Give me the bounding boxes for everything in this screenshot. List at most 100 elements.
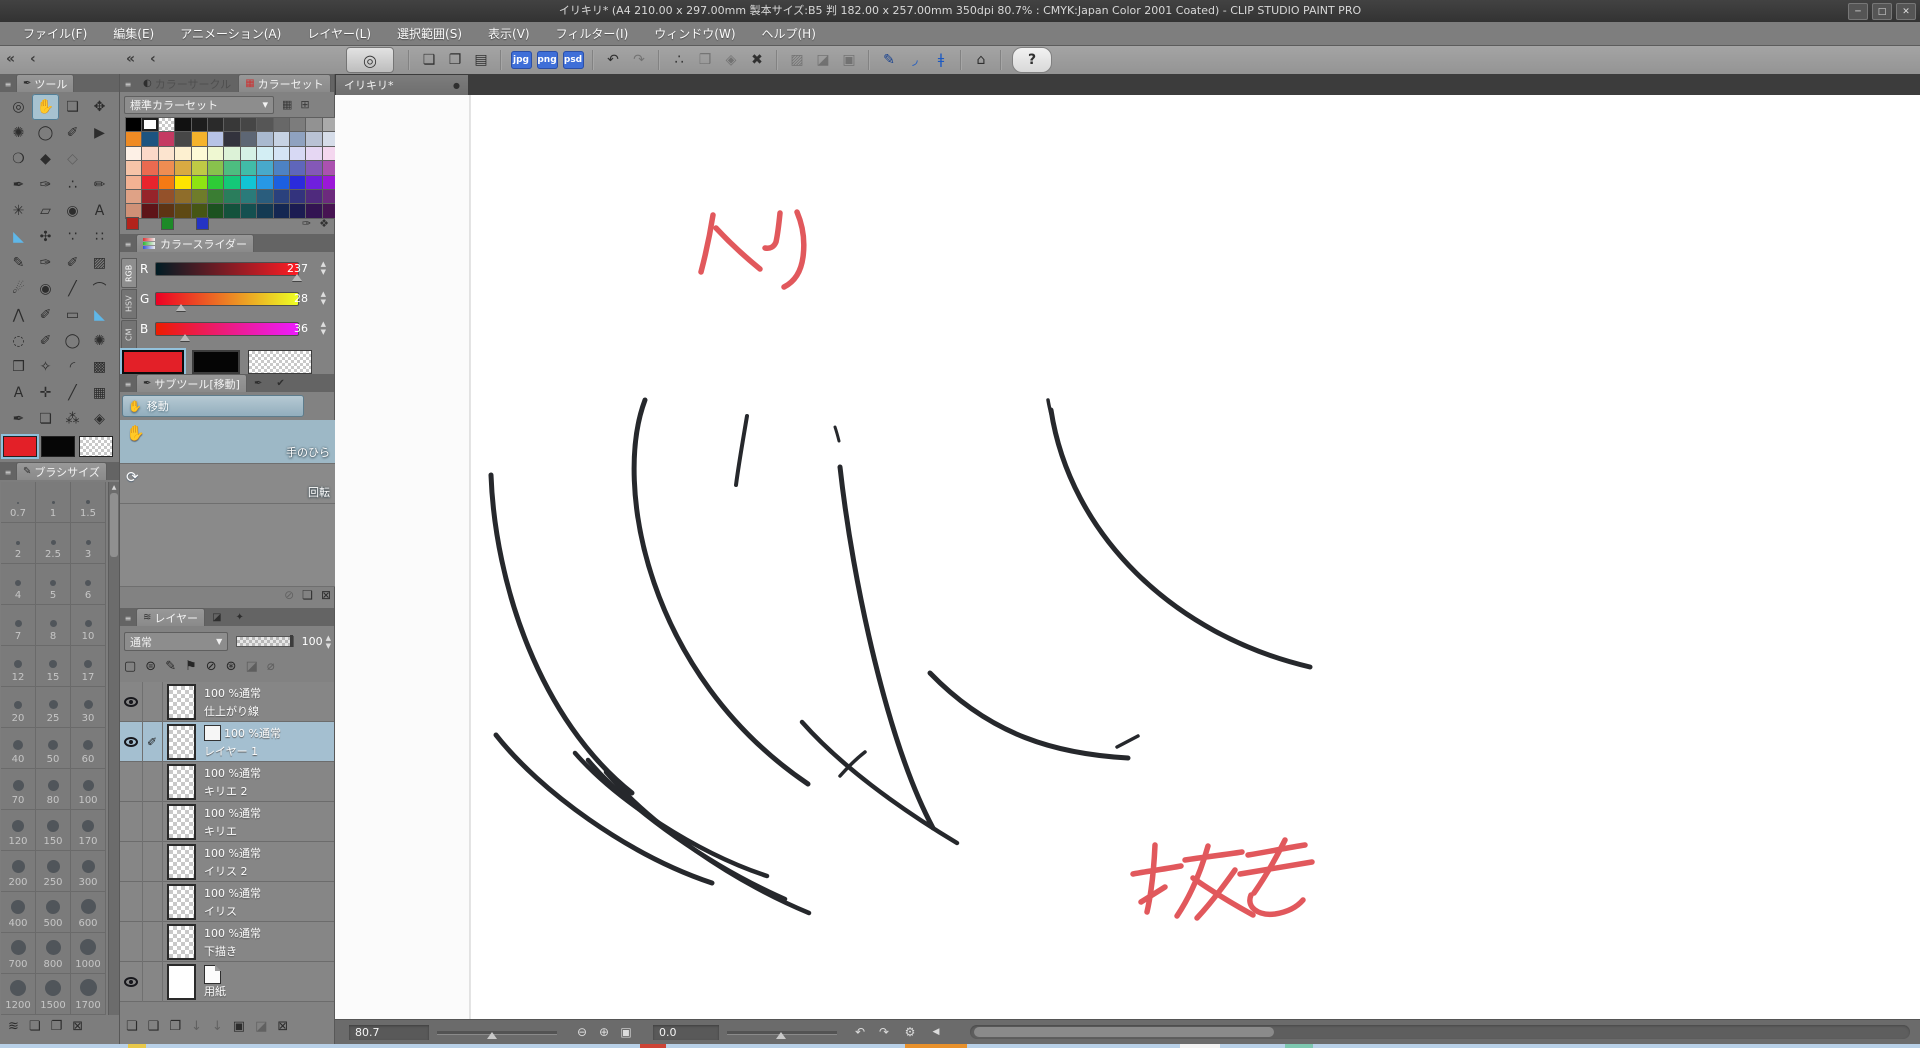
color-swatch[interactable] xyxy=(158,175,175,189)
subtool-extra-tab-2[interactable]: ✔ xyxy=(269,374,291,392)
tool-stack-icon[interactable]: ≋ xyxy=(8,1019,19,1034)
color-swatch[interactable] xyxy=(126,132,142,146)
tool-operation[interactable]: ▶ xyxy=(86,120,113,146)
layer-search-tab[interactable]: ✦ xyxy=(229,608,251,626)
brush-size-cell[interactable]: 12 xyxy=(1,646,36,687)
document-tab[interactable]: イリキリ* ● xyxy=(336,75,468,95)
brush-size-cell[interactable]: 80 xyxy=(36,769,71,810)
color-swatch[interactable] xyxy=(142,132,158,146)
new-raster-layer-button[interactable]: ❏ xyxy=(126,1019,138,1034)
brush-size-cell[interactable]: 10 xyxy=(71,605,106,646)
menu-item[interactable]: アニメーション(A) xyxy=(167,25,294,42)
color-swatch[interactable] xyxy=(126,161,142,175)
zoom-in-button[interactable]: ⊕ xyxy=(595,1024,613,1040)
free-transform-button[interactable]: ✖ xyxy=(744,48,770,72)
tool-green-brush[interactable]: ✐ xyxy=(59,250,86,276)
layer-thumbnail[interactable] xyxy=(167,724,196,760)
color-swatch[interactable] xyxy=(257,175,273,189)
quick-color-blue[interactable] xyxy=(196,217,209,230)
sub-color-swatch[interactable] xyxy=(41,436,75,457)
color-swatch[interactable] xyxy=(257,161,273,175)
undo-button[interactable]: ↶ xyxy=(600,48,626,72)
tool-mesh[interactable]: ⁂ xyxy=(59,406,86,432)
color-swatch[interactable] xyxy=(207,146,224,161)
new-canvas-button[interactable]: ❏ xyxy=(416,48,442,72)
brush-size-cell[interactable]: 15 xyxy=(36,646,71,687)
panel-menu-icon[interactable]: ≡ xyxy=(0,77,16,92)
transparent-color-swatch[interactable] xyxy=(248,350,312,374)
tool-line-2[interactable]: ╱ xyxy=(59,380,86,406)
snap-to-ruler-button[interactable]: ∴ xyxy=(666,48,692,72)
color-swatch[interactable] xyxy=(306,175,322,189)
brush-size-cell[interactable]: 5 xyxy=(36,564,71,605)
export-png-button[interactable]: png xyxy=(534,48,560,72)
color-swatch[interactable] xyxy=(207,132,224,146)
tab-color-slider[interactable]: カラースライダー xyxy=(136,234,255,252)
color-swatch[interactable] xyxy=(191,146,207,161)
maximize-button[interactable]: □ xyxy=(1872,3,1892,20)
panel-menu-icon[interactable]: ≡ xyxy=(120,377,136,392)
tool-magic-wand[interactable]: ✺ xyxy=(5,120,32,146)
opacity-handle[interactable] xyxy=(289,635,293,647)
open-canvas-button[interactable]: ❐ xyxy=(442,48,468,72)
color-swatch[interactable] xyxy=(240,146,257,161)
selection-fill-button[interactable]: ▣ xyxy=(836,48,862,72)
edit-colorset-button[interactable]: ▦ xyxy=(282,98,292,111)
clip-to-layer-below-button[interactable]: ⊜ xyxy=(145,659,156,674)
brush-size-cell[interactable]: 30 xyxy=(71,687,106,728)
tool-water-blend[interactable]: ◉ xyxy=(32,276,59,302)
selection-area-button[interactable]: ▨ xyxy=(784,48,810,72)
menu-item[interactable]: フィルター(I) xyxy=(543,25,642,42)
color-swatch[interactable] xyxy=(207,189,224,204)
color-swatch[interactable] xyxy=(289,118,306,132)
layer-color-button[interactable]: ▢ xyxy=(124,659,136,674)
layer-row[interactable]: ✐ 用紙 xyxy=(120,962,334,1002)
color-swatch[interactable] xyxy=(224,118,240,132)
tab-color-circle[interactable]: ◐ カラーサークル xyxy=(136,74,238,92)
tool-gradient-2[interactable]: ▩ xyxy=(86,354,113,380)
color-swatch[interactable] xyxy=(224,146,240,161)
brush-size-cell[interactable]: 40 xyxy=(1,728,36,769)
color-swatch[interactable] xyxy=(158,189,175,204)
tool-text-2[interactable]: A xyxy=(5,380,32,406)
tool-pink-brush[interactable]: ✐ xyxy=(32,328,59,354)
tab-color-set[interactable]: ▦ カラーセット xyxy=(238,74,331,92)
color-swatch[interactable] xyxy=(126,118,142,132)
fit-to-screen-button[interactable]: ▣ xyxy=(617,1024,635,1040)
color-swatch[interactable] xyxy=(257,132,273,146)
slider-track[interactable] xyxy=(155,262,299,276)
color-swatch[interactable] xyxy=(240,189,257,204)
brush-size-cell[interactable]: 600 xyxy=(71,892,106,933)
scroll-left-button[interactable]: ◀ xyxy=(927,1024,945,1040)
menu-item[interactable]: 選択範囲(S) xyxy=(384,25,475,42)
brush-size-cell[interactable]: 50 xyxy=(36,728,71,769)
menu-item[interactable]: 表示(V) xyxy=(475,25,543,42)
layer-thumbnail[interactable] xyxy=(167,884,196,920)
transparent-color-swatch[interactable] xyxy=(79,436,113,457)
color-set-preset-dropdown[interactable]: 標準カラーセット ▾ xyxy=(124,95,274,114)
panel-menu-icon[interactable]: ≡ xyxy=(120,237,136,252)
layer-thumbnail[interactable] xyxy=(167,964,196,1000)
vector-snap-pen-button[interactable]: ✎ xyxy=(876,48,902,72)
tool-brush[interactable]: ✑ xyxy=(32,172,59,198)
slider-track[interactable] xyxy=(155,322,299,336)
color-swatch[interactable] xyxy=(240,132,257,146)
tool-select-area[interactable]: ❒ xyxy=(5,354,32,380)
delete-item-button[interactable]: ⊠ xyxy=(72,1019,83,1034)
color-swatch[interactable] xyxy=(306,146,322,161)
enable-mask-button[interactable]: ◪ xyxy=(246,659,258,674)
brush-size-cell[interactable]: 2.5 xyxy=(36,523,71,564)
rotation-slider[interactable] xyxy=(727,1031,837,1039)
tool-text[interactable]: A xyxy=(86,198,113,224)
tool-ink-brush[interactable]: ✑ xyxy=(32,250,59,276)
help-button[interactable]: ? xyxy=(1012,47,1052,73)
panel-menu-icon[interactable]: ≡ xyxy=(0,465,16,480)
rotate-right-button[interactable]: ↷ xyxy=(875,1024,893,1040)
color-swatch[interactable] xyxy=(191,161,207,175)
brush-size-cell[interactable]: 120 xyxy=(1,810,36,851)
tool-airbrush[interactable]: ∴ xyxy=(59,172,86,198)
tool-eraser[interactable]: ▱ xyxy=(32,198,59,224)
color-swatch[interactable] xyxy=(191,175,207,189)
color-swatch[interactable] xyxy=(175,146,191,161)
tool-curve-2[interactable]: ◜ xyxy=(59,354,86,380)
